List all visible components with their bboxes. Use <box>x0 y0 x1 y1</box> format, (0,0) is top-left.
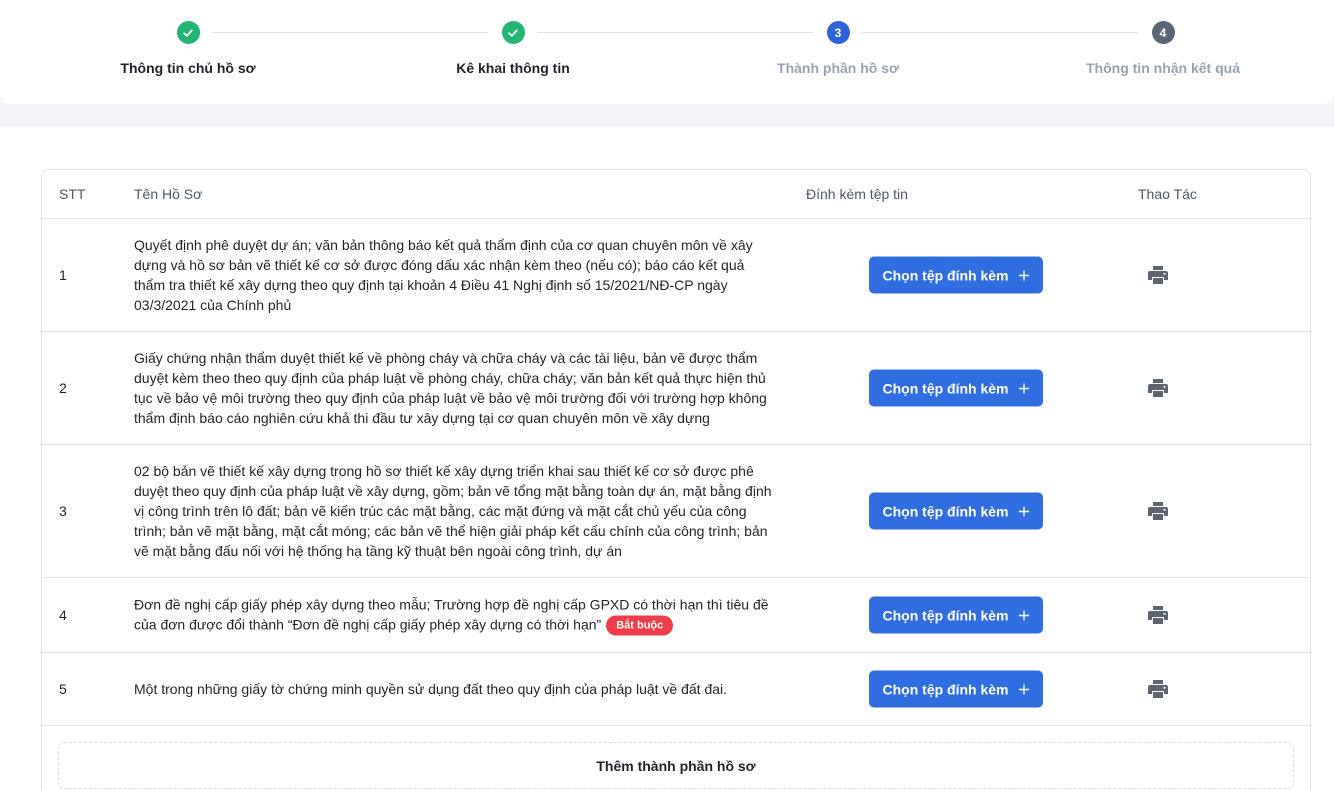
print-icon[interactable] <box>1148 502 1168 520</box>
print-icon[interactable] <box>1148 266 1168 284</box>
step-number: 3 <box>826 21 850 44</box>
table-row: 5 Một trong những giấy tờ chứng minh quy… <box>42 653 1310 726</box>
check-icon <box>176 21 200 44</box>
table-row: 2 Giấy chứng nhận thẩm duyệt thiết kế về… <box>42 332 1310 445</box>
row-name: Một trong những giấy tờ chứng minh quyền… <box>134 681 728 697</box>
print-icon[interactable] <box>1148 606 1168 624</box>
step-receive-result[interactable]: 4 Thông tin nhận kết quả <box>1053 21 1273 76</box>
row-stt: 2 <box>59 380 67 396</box>
table-row: 4 Đơn đề nghị cấp giấy phép xây dựng the… <box>42 578 1310 653</box>
attach-file-button[interactable]: Chọn tệp đính kèm <box>869 256 1043 294</box>
print-icon[interactable] <box>1148 379 1168 397</box>
step-number: 4 <box>1151 21 1175 44</box>
step-owner-info[interactable]: Thông tin chủ hồ sơ <box>78 21 298 76</box>
attach-file-button[interactable]: Chọn tệp đính kèm <box>869 596 1043 634</box>
row-stt: 1 <box>59 267 67 283</box>
step-label: Thông tin nhận kết quả <box>1086 60 1240 76</box>
header-name: Tên Hồ Sơ <box>134 186 203 202</box>
add-dossier-component-button[interactable]: Thêm thành phần hồ sơ <box>58 742 1294 789</box>
attach-button-label: Chọn tệp đính kèm <box>882 380 1009 396</box>
plus-icon <box>1018 506 1029 516</box>
row-name-text: Đơn đề nghị cấp giấy phép xây dựng theo … <box>134 596 769 633</box>
row-name: Quyết định phê duyệt dự án; văn bản thôn… <box>134 237 753 313</box>
required-badge: Bắt buộc <box>606 615 674 636</box>
row-name: Đơn đề nghị cấp giấy phép xây dựng theo … <box>134 595 774 636</box>
step-label: Thông tin chủ hồ sơ <box>120 60 256 76</box>
row-stt: 3 <box>59 503 67 519</box>
attach-button-label: Chọn tệp đính kèm <box>882 681 1009 697</box>
plus-icon <box>1018 270 1029 280</box>
row-stt: 4 <box>59 607 67 623</box>
header-stt: STT <box>59 186 86 202</box>
row-name: 02 bộ bản vẽ thiết kế xây dựng trong hồ … <box>134 463 772 559</box>
dossier-table: STT Tên Hồ Sơ Đính kèm tệp tin Thao Tác … <box>41 169 1311 790</box>
table-header: STT Tên Hồ Sơ Đính kèm tệp tin Thao Tác <box>42 170 1310 219</box>
row-stt: 5 <box>59 681 67 697</box>
attach-button-label: Chọn tệp đính kèm <box>882 503 1009 519</box>
stepper-panel: Thông tin chủ hồ sơ Kê khai thông tin 3 … <box>0 0 1334 104</box>
attach-file-button[interactable]: Chọn tệp đính kèm <box>869 670 1043 708</box>
table-row: 1 Quyết định phê duyệt dự án; văn bản th… <box>42 219 1310 332</box>
header-attach: Đính kèm tệp tin <box>806 186 908 202</box>
header-actions: Thao Tác <box>1138 186 1197 202</box>
table-row: 3 02 bộ bản vẽ thiết kế xây dựng trong h… <box>42 445 1310 578</box>
step-dossier-components[interactable]: 3 Thành phần hồ sơ <box>728 21 948 76</box>
print-icon[interactable] <box>1148 680 1168 698</box>
row-name: Giấy chứng nhận thẩm duyệt thiết kế về p… <box>134 350 767 426</box>
step-label: Thành phần hồ sơ <box>777 60 899 76</box>
attach-file-button[interactable]: Chọn tệp đính kèm <box>869 492 1043 530</box>
plus-icon <box>1018 383 1029 393</box>
plus-icon <box>1018 684 1029 694</box>
attach-button-label: Chọn tệp đính kèm <box>882 607 1009 623</box>
attach-file-button[interactable]: Chọn tệp đính kèm <box>869 369 1043 407</box>
step-label: Kê khai thông tin <box>456 60 570 76</box>
content-panel: STT Tên Hồ Sơ Đính kèm tệp tin Thao Tác … <box>0 127 1334 790</box>
attach-button-label: Chọn tệp đính kèm <box>882 267 1009 283</box>
step-declare-info[interactable]: Kê khai thông tin <box>403 21 623 76</box>
plus-icon <box>1018 610 1029 620</box>
check-icon <box>501 21 525 44</box>
